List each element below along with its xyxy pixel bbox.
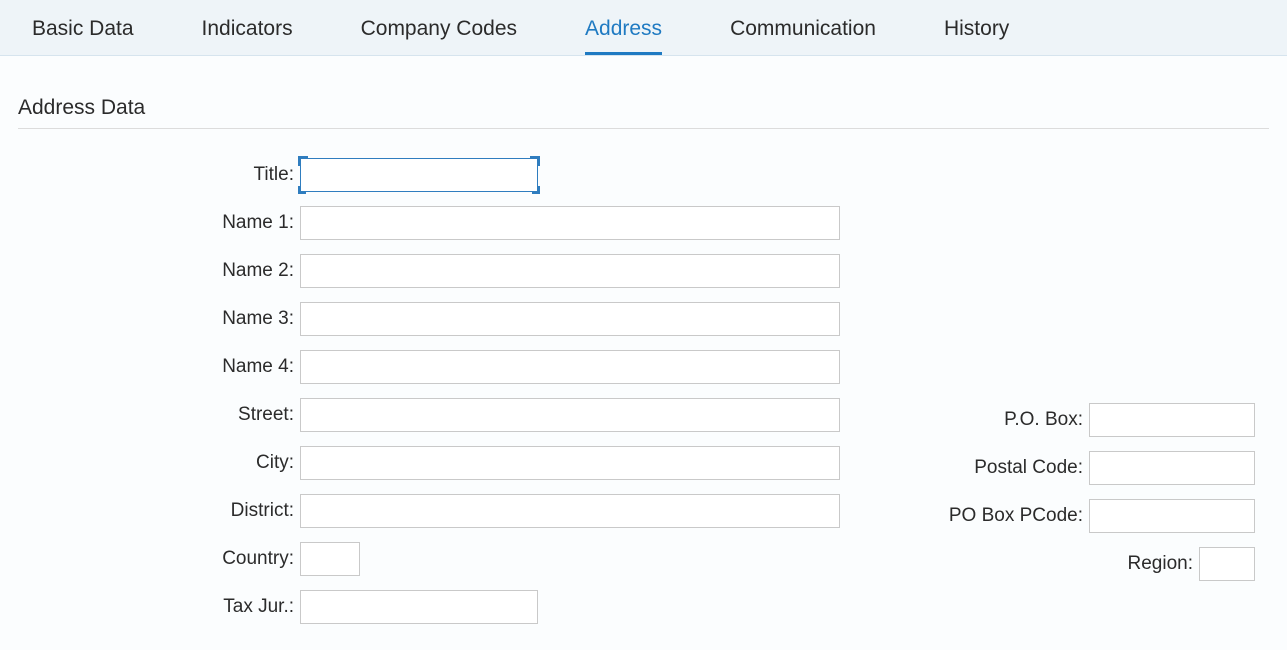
row-name4: Name 4:	[18, 343, 848, 391]
tab-indicators[interactable]: Indicators	[178, 3, 317, 55]
label-name1: Name 1:	[18, 212, 300, 234]
city-field[interactable]	[300, 446, 840, 480]
row-name2: Name 2:	[18, 247, 848, 295]
district-field[interactable]	[300, 494, 840, 528]
taxjur-field[interactable]	[300, 590, 538, 624]
label-name3: Name 3:	[18, 308, 300, 330]
label-country: Country:	[18, 548, 300, 570]
label-postalcode: Postal Code:	[848, 457, 1089, 479]
form-column-right: P.O. Box: Postal Code: PO Box PCode: Reg…	[848, 151, 1269, 631]
name2-field[interactable]	[300, 254, 840, 288]
pobox-field[interactable]	[1089, 403, 1255, 437]
label-poboxpcode: PO Box PCode:	[848, 505, 1089, 527]
country-field[interactable]	[300, 542, 360, 576]
label-region: Region:	[848, 553, 1199, 575]
region-field[interactable]	[1199, 547, 1255, 581]
name3-field[interactable]	[300, 302, 840, 336]
label-district: District:	[18, 500, 300, 522]
row-title: Title:	[18, 151, 848, 199]
row-country: Country:	[18, 535, 848, 583]
row-poboxpcode: PO Box PCode:	[848, 492, 1255, 540]
tab-address[interactable]: Address	[561, 3, 686, 55]
row-name1: Name 1:	[18, 199, 848, 247]
row-taxjur: Tax Jur.:	[18, 583, 848, 631]
label-taxjur: Tax Jur.:	[18, 596, 300, 618]
tab-company-codes[interactable]: Company Codes	[337, 3, 541, 55]
section-title-address-data: Address Data	[18, 76, 1269, 129]
title-field[interactable]	[300, 158, 538, 192]
street-field[interactable]	[300, 398, 840, 432]
right-column-spacer	[848, 151, 1255, 396]
focus-indicator	[300, 158, 538, 192]
row-name3: Name 3:	[18, 295, 848, 343]
label-street: Street:	[18, 404, 300, 426]
tab-bar: Basic Data Indicators Company Codes Addr…	[0, 0, 1287, 56]
row-postalcode: Postal Code:	[848, 444, 1255, 492]
row-region: Region:	[848, 540, 1255, 588]
tab-history[interactable]: History	[920, 3, 1033, 55]
row-city: City:	[18, 439, 848, 487]
form-columns: Title: Name 1: Name 2: Name 3:	[18, 151, 1269, 631]
name4-field[interactable]	[300, 350, 840, 384]
poboxpcode-field[interactable]	[1089, 499, 1255, 533]
tab-communication[interactable]: Communication	[706, 3, 900, 55]
row-pobox: P.O. Box:	[848, 396, 1255, 444]
name1-field[interactable]	[300, 206, 840, 240]
label-title: Title:	[18, 164, 300, 186]
postalcode-field[interactable]	[1089, 451, 1255, 485]
label-name2: Name 2:	[18, 260, 300, 282]
label-city: City:	[18, 452, 300, 474]
row-district: District:	[18, 487, 848, 535]
label-name4: Name 4:	[18, 356, 300, 378]
tab-basic-data[interactable]: Basic Data	[8, 3, 158, 55]
form-column-left: Title: Name 1: Name 2: Name 3:	[18, 151, 848, 631]
row-street: Street:	[18, 391, 848, 439]
content-area: Address Data Title: Name 1: Name 2:	[0, 56, 1287, 650]
label-pobox: P.O. Box:	[848, 409, 1089, 431]
